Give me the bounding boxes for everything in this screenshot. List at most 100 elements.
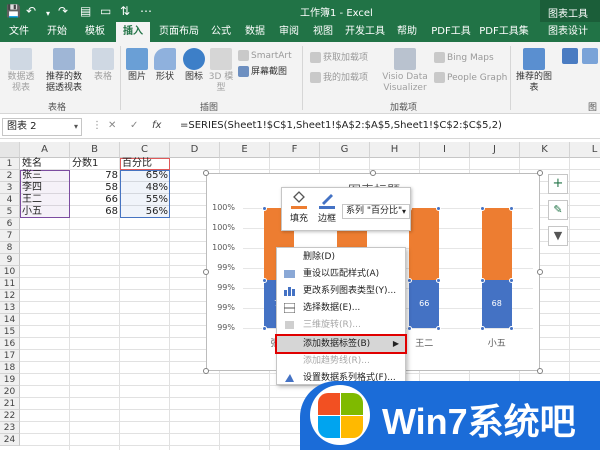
- cell-B2[interactable]: 78: [70, 170, 120, 182]
- row-header[interactable]: 20: [0, 386, 20, 398]
- tab-formulas[interactable]: 公式: [206, 22, 236, 42]
- menu-item-add-trendline[interactable]: 添加趋势线(R)...: [277, 353, 405, 369]
- print-preview-icon[interactable]: ▤: [80, 3, 91, 19]
- row-header[interactable]: 16: [0, 338, 20, 350]
- cell-B4[interactable]: 66: [70, 194, 120, 206]
- column-header[interactable]: E: [220, 142, 270, 158]
- row-header[interactable]: 1: [0, 158, 20, 170]
- table-button[interactable]: 表格: [90, 48, 116, 83]
- row-header[interactable]: 19: [0, 374, 20, 386]
- row-header[interactable]: 4: [0, 194, 20, 206]
- enter-icon[interactable]: ✓: [130, 120, 138, 131]
- screenshot-button[interactable]: 屏幕截图: [238, 66, 287, 78]
- open-icon[interactable]: ▭: [100, 3, 111, 19]
- row-header[interactable]: 3: [0, 182, 20, 194]
- row-header[interactable]: 22: [0, 410, 20, 422]
- bar-series-percent[interactable]: [409, 208, 440, 280]
- people-graph-button[interactable]: People Graph: [434, 72, 507, 84]
- formula-input[interactable]: =SERIES(Sheet1!$C$1,Sheet1!$A$2:$A$5,She…: [180, 120, 502, 131]
- fill-button[interactable]: 填充: [284, 191, 314, 224]
- tab-home[interactable]: 开始: [40, 22, 74, 42]
- bar-series-score[interactable]: 68: [481, 280, 512, 328]
- tab-view[interactable]: 视图: [308, 22, 338, 42]
- menu-item-3d-rotation[interactable]: 三维旋转(R)...: [277, 317, 405, 333]
- chevron-down-icon[interactable]: ▾: [74, 119, 78, 135]
- row-header[interactable]: 17: [0, 350, 20, 362]
- tab-review[interactable]: 审阅: [274, 22, 304, 42]
- bar-series-score[interactable]: 66: [409, 280, 440, 328]
- resize-handle[interactable]: [203, 368, 209, 374]
- tab-page-layout[interactable]: 页面布局: [154, 22, 204, 42]
- tab-templates[interactable]: 模板: [78, 22, 112, 42]
- my-addins-button[interactable]: 我的加载项: [310, 72, 368, 84]
- column-header[interactable]: D: [170, 142, 220, 158]
- resize-handle[interactable]: [370, 170, 376, 176]
- row-header[interactable]: 23: [0, 422, 20, 434]
- name-box[interactable]: 图表 2 ▾: [2, 118, 82, 136]
- series-select[interactable]: 系列 "百分比" ▾: [342, 204, 410, 219]
- cell-A5[interactable]: 小五: [20, 206, 70, 218]
- column-header[interactable]: A: [20, 142, 70, 158]
- column-header[interactable]: B: [70, 142, 120, 158]
- resize-handle[interactable]: [203, 170, 209, 176]
- tab-data[interactable]: 数据: [240, 22, 270, 42]
- column-header[interactable]: H: [370, 142, 420, 158]
- shapes-button[interactable]: 形状: [152, 48, 178, 83]
- cell-A3[interactable]: 李四: [20, 182, 70, 194]
- line-chart-button[interactable]: [580, 48, 600, 66]
- tab-file[interactable]: 文件: [4, 22, 34, 42]
- menu-item-change-chart-type[interactable]: 更改系列图表类型(Y)...: [277, 283, 405, 299]
- row-header[interactable]: 10: [0, 266, 20, 278]
- insert-function-icon[interactable]: fx: [152, 120, 161, 131]
- cell-B5[interactable]: 68: [70, 206, 120, 218]
- save-icon[interactable]: 💾: [6, 3, 21, 19]
- column-header[interactable]: G: [320, 142, 370, 158]
- column-header[interactable]: K: [520, 142, 570, 158]
- menu-item-delete[interactable]: 删除(D): [277, 249, 405, 265]
- chart-elements-plus-icon[interactable]: +: [548, 174, 568, 194]
- cell-C3[interactable]: 48%: [120, 182, 170, 194]
- row-header[interactable]: 13: [0, 302, 20, 314]
- cell-B1[interactable]: 分数1: [70, 158, 120, 170]
- undo-icon[interactable]: ↶: [26, 3, 36, 19]
- row-header[interactable]: 2: [0, 170, 20, 182]
- bar-series-percent[interactable]: [481, 208, 512, 280]
- column-header[interactable]: J: [470, 142, 520, 158]
- tab-pdf-tools[interactable]: PDF工具: [430, 22, 472, 42]
- visio-button[interactable]: Visio Data Visualizer: [380, 48, 430, 94]
- row-header[interactable]: 8: [0, 242, 20, 254]
- row-header[interactable]: 12: [0, 290, 20, 302]
- recommended-pivot-button[interactable]: 推荐的数据透视表: [42, 48, 86, 94]
- row-header[interactable]: 9: [0, 254, 20, 266]
- column-header[interactable]: L: [570, 142, 600, 158]
- menu-item-select-data[interactable]: 选择数据(E)...: [277, 300, 405, 316]
- row-header[interactable]: 11: [0, 278, 20, 290]
- row-header[interactable]: 21: [0, 398, 20, 410]
- resize-handle[interactable]: [537, 269, 543, 275]
- row-header[interactable]: 18: [0, 362, 20, 374]
- select-all-corner[interactable]: [0, 142, 20, 158]
- column-header[interactable]: C: [120, 142, 170, 158]
- row-header[interactable]: 6: [0, 218, 20, 230]
- tab-pdf-toolset[interactable]: PDF工具集: [476, 22, 532, 42]
- tab-chart-design[interactable]: 图表设计: [540, 22, 596, 42]
- column-chart-button[interactable]: [560, 48, 580, 66]
- tab-help[interactable]: 帮助: [392, 22, 422, 42]
- row-header[interactable]: 5: [0, 206, 20, 218]
- undo-dropdown-icon[interactable]: ▾: [46, 6, 50, 22]
- column-header[interactable]: F: [270, 142, 320, 158]
- tab-developer[interactable]: 开发工具: [342, 22, 388, 42]
- menu-item-add-data-labels[interactable]: 添加数据标签(B) ▶: [275, 334, 407, 354]
- pivot-table-button[interactable]: 数据透视表: [4, 48, 38, 94]
- outline-button[interactable]: 边框: [312, 191, 342, 224]
- resize-handle[interactable]: [203, 269, 209, 275]
- 3d-models-button[interactable]: 3D 模型: [208, 48, 234, 94]
- smartart-button[interactable]: SmartArt: [238, 50, 292, 62]
- row-header[interactable]: 24: [0, 434, 20, 446]
- bing-maps-button[interactable]: Bing Maps: [434, 52, 494, 64]
- resize-handle[interactable]: [537, 368, 543, 374]
- recommended-charts-button[interactable]: 推荐的图表: [514, 48, 554, 94]
- icons-button[interactable]: 图标: [182, 48, 206, 83]
- column-header[interactable]: I: [420, 142, 470, 158]
- redo-icon[interactable]: ↷: [58, 3, 68, 19]
